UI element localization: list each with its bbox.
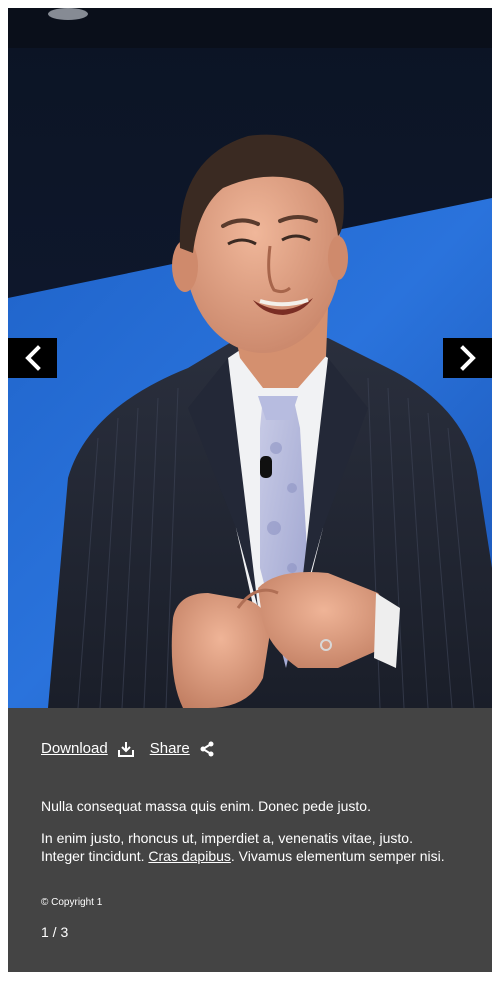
share-icon bbox=[200, 741, 214, 756]
next-image-button[interactable] bbox=[443, 338, 492, 378]
photo-actions: Download Share bbox=[41, 740, 214, 757]
chevron-right-icon bbox=[459, 345, 476, 371]
share-link[interactable]: Share bbox=[150, 740, 214, 757]
image-gallery: Download Share Nulla consequat massa qui… bbox=[8, 8, 492, 972]
speaker-photo bbox=[8, 8, 492, 708]
copyright-text: © Copyright 1 bbox=[41, 897, 103, 908]
cras-dapibus-link[interactable]: Cras dapibus bbox=[148, 848, 231, 864]
download-label: Download bbox=[41, 740, 108, 757]
download-icon bbox=[117, 741, 134, 757]
share-label: Share bbox=[149, 740, 190, 757]
description-paragraph-2: In enim justo, rhoncus ut, imperdiet a, … bbox=[41, 829, 451, 865]
caption-panel: Download Share Nulla consequat massa qui… bbox=[8, 708, 492, 972]
image-counter: 1 / 3 bbox=[41, 924, 69, 940]
description-paragraph-1: Nulla consequat massa quis enim. Donec p… bbox=[41, 798, 371, 814]
description-text-after-link: . Vivamus elementum semper nisi. bbox=[230, 848, 445, 864]
chevron-left-icon bbox=[24, 345, 41, 371]
gallery-photo bbox=[8, 8, 492, 708]
image-description: Nulla consequat massa quis enim. Donec p… bbox=[41, 797, 451, 879]
previous-image-button[interactable] bbox=[8, 338, 57, 378]
download-link[interactable]: Download bbox=[41, 740, 134, 757]
